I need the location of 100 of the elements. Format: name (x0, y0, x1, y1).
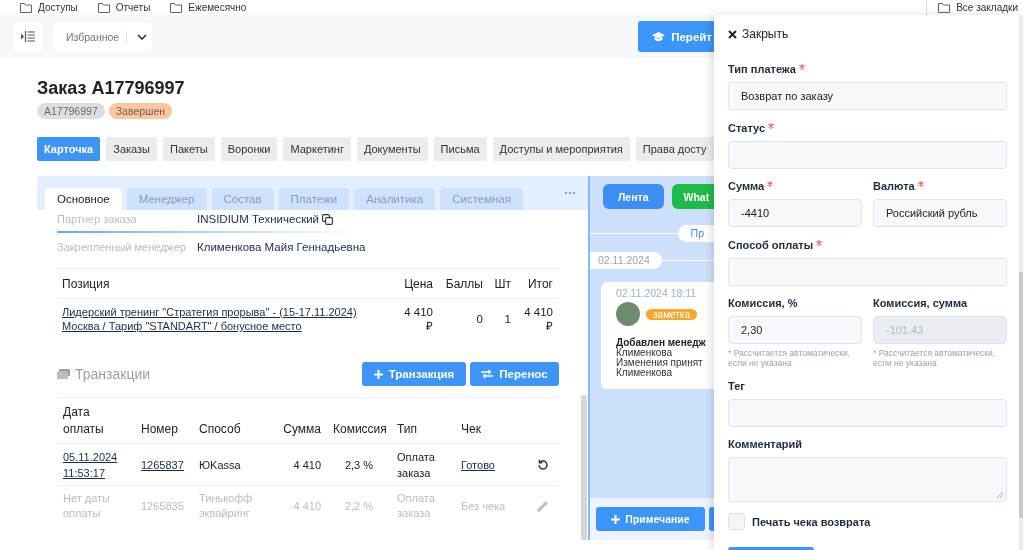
table-cell-text: Оплата заказа (396, 491, 436, 521)
field-label: Комиссия, % (728, 296, 798, 310)
scrollbar[interactable] (1019, 15, 1023, 550)
subtab[interactable]: Основное (45, 188, 122, 210)
all-bookmarks-button[interactable]: Все закладки (938, 1, 1018, 14)
field-label: Партнер заказа (57, 212, 138, 226)
checkbox-label: Печать чека возврата (752, 515, 871, 528)
text-field[interactable]: Возврат по заказу (728, 82, 1007, 110)
table-cell-text: 2,3 % (343, 458, 375, 473)
page-title: Заказ A17796997 (37, 77, 185, 100)
resize-grip-icon[interactable] (997, 492, 1003, 498)
scrollbar[interactable] (581, 394, 587, 540)
tab[interactable]: Документы (356, 137, 428, 161)
table-cell-text: 4 410 (292, 498, 322, 514)
close-icon (728, 29, 737, 39)
table-cell-text: 2,2 % (343, 498, 375, 514)
tab[interactable]: Доступы и мероприятия (492, 137, 630, 161)
plus-icon (611, 514, 621, 524)
favorites-dropdown[interactable]: Избранное (53, 22, 152, 51)
pencil-icon[interactable] (537, 500, 549, 512)
folder-icon (170, 2, 183, 13)
table-cell-text: Без чека (460, 498, 507, 514)
refresh-icon[interactable] (537, 459, 549, 471)
column-header: Дата оплаты (62, 404, 105, 438)
field-label: Валюта (873, 179, 915, 193)
tab[interactable]: Маркетинг (283, 137, 351, 161)
text-field[interactable]: -4410 (728, 199, 862, 227)
field-value: Клименкова Майя Геннадьевна (197, 240, 366, 254)
receipt-link[interactable]: Готово (461, 457, 495, 473)
text-field[interactable]: Российский рубль (873, 199, 1007, 227)
field-label: Комиссия, сумма (873, 296, 968, 310)
column-header: Тип (396, 421, 418, 438)
submit-button[interactable] (728, 546, 814, 550)
text-field[interactable]: 2,30 (728, 316, 862, 344)
comment-field[interactable] (728, 457, 1007, 502)
field-label: Закрепленный менеджер (57, 240, 188, 254)
column-header: Позиция (61, 277, 111, 291)
chevron-down-icon (137, 33, 148, 40)
table-cell-text: 4 410 ₽ (403, 305, 434, 333)
number-link[interactable]: 1265837 (141, 457, 184, 473)
message-time: 02.11.2024 18:11 (616, 287, 698, 299)
column-header: Комиссия (332, 421, 388, 438)
field-label: Сумма (728, 179, 765, 193)
table-cell-text: Нет даты оплаты (62, 491, 112, 521)
column-header: Номер (140, 421, 179, 438)
column-header: Цена (403, 277, 434, 291)
item-link[interactable]: Лидерский тренинг "Стратегия прорыва" - (15-17.11.2024) Москва / Тариф "STANDART" / бонусное место (62, 305, 389, 333)
folder-icon (20, 2, 32, 13)
field-hint: * Рассчитается автоматически, если не указана (728, 348, 852, 368)
column-header: Чек (460, 421, 482, 438)
field-label: Статус (728, 120, 766, 135)
checkbox[interactable] (728, 513, 745, 530)
exchange-icon (481, 369, 494, 379)
plus-icon (373, 369, 383, 379)
text-field[interactable] (728, 257, 1007, 286)
folder-icon (97, 2, 110, 13)
sidebar-toggle-button[interactable] (14, 22, 42, 51)
column-header: Баллы (444, 277, 484, 291)
column-header: Шт (493, 277, 512, 291)
tab[interactable]: Пакеты (163, 137, 215, 161)
date-link[interactable]: 05.11.2024 11:53:17 (63, 449, 129, 481)
message-line: Клименкова (616, 368, 672, 378)
bookmark-folder[interactable]: Ежемесячно (170, 1, 247, 14)
field-label: Тег (728, 378, 745, 393)
chat-action-button[interactable] (709, 507, 714, 531)
graduation-cap-icon (652, 31, 666, 42)
table-cell-text: 1265835 (140, 498, 185, 514)
message-line: Клименкова (616, 348, 672, 358)
table-cell-text: Оплата заказа (396, 450, 436, 481)
close-button[interactable]: Закрыть (728, 28, 789, 40)
field-label: Комментарий (728, 437, 803, 451)
table-cell-text: 4 410 ₽ (523, 305, 554, 333)
tab[interactable]: Права досту (635, 137, 714, 161)
cards-icon (57, 369, 70, 379)
order-badge: Завершен (108, 103, 173, 119)
avatar-placeholder (616, 302, 640, 326)
table-cell-text: 4 410 (292, 458, 322, 473)
order-badge: A17796997 (37, 103, 105, 119)
column-header: Способ (198, 421, 242, 438)
message-heading: Добавлен менедж (616, 338, 707, 348)
text-field[interactable] (728, 398, 1007, 427)
column-header: Сумма (282, 421, 322, 438)
text-field[interactable] (728, 140, 1007, 169)
sidebar-toggle-icon (21, 31, 35, 42)
field-hint: * Рассчитается автоматически, если не указана (873, 348, 997, 368)
table-cell-text: ЮKassa (198, 458, 242, 473)
bookmark-folder[interactable]: Отчеты (97, 1, 151, 14)
note-tag: заметка (646, 308, 697, 320)
tab[interactable]: Заказы (106, 137, 157, 161)
field-label: Тип платежа (728, 62, 796, 76)
bookmark-folder[interactable]: Доступы (20, 1, 78, 14)
tab[interactable]: Письма (433, 137, 487, 161)
column-header: Итог (526, 277, 554, 291)
tab[interactable]: Воронки (220, 137, 278, 161)
table-cell-text: Тинькофф эквайринг (198, 491, 254, 521)
table-cell-text: 0 (475, 312, 484, 326)
copy-icon[interactable] (322, 213, 333, 225)
field-label: Способ оплаты (728, 237, 814, 252)
message-line: Изменения принят (616, 358, 704, 368)
date-chip: 02.11.2024 (590, 252, 662, 269)
